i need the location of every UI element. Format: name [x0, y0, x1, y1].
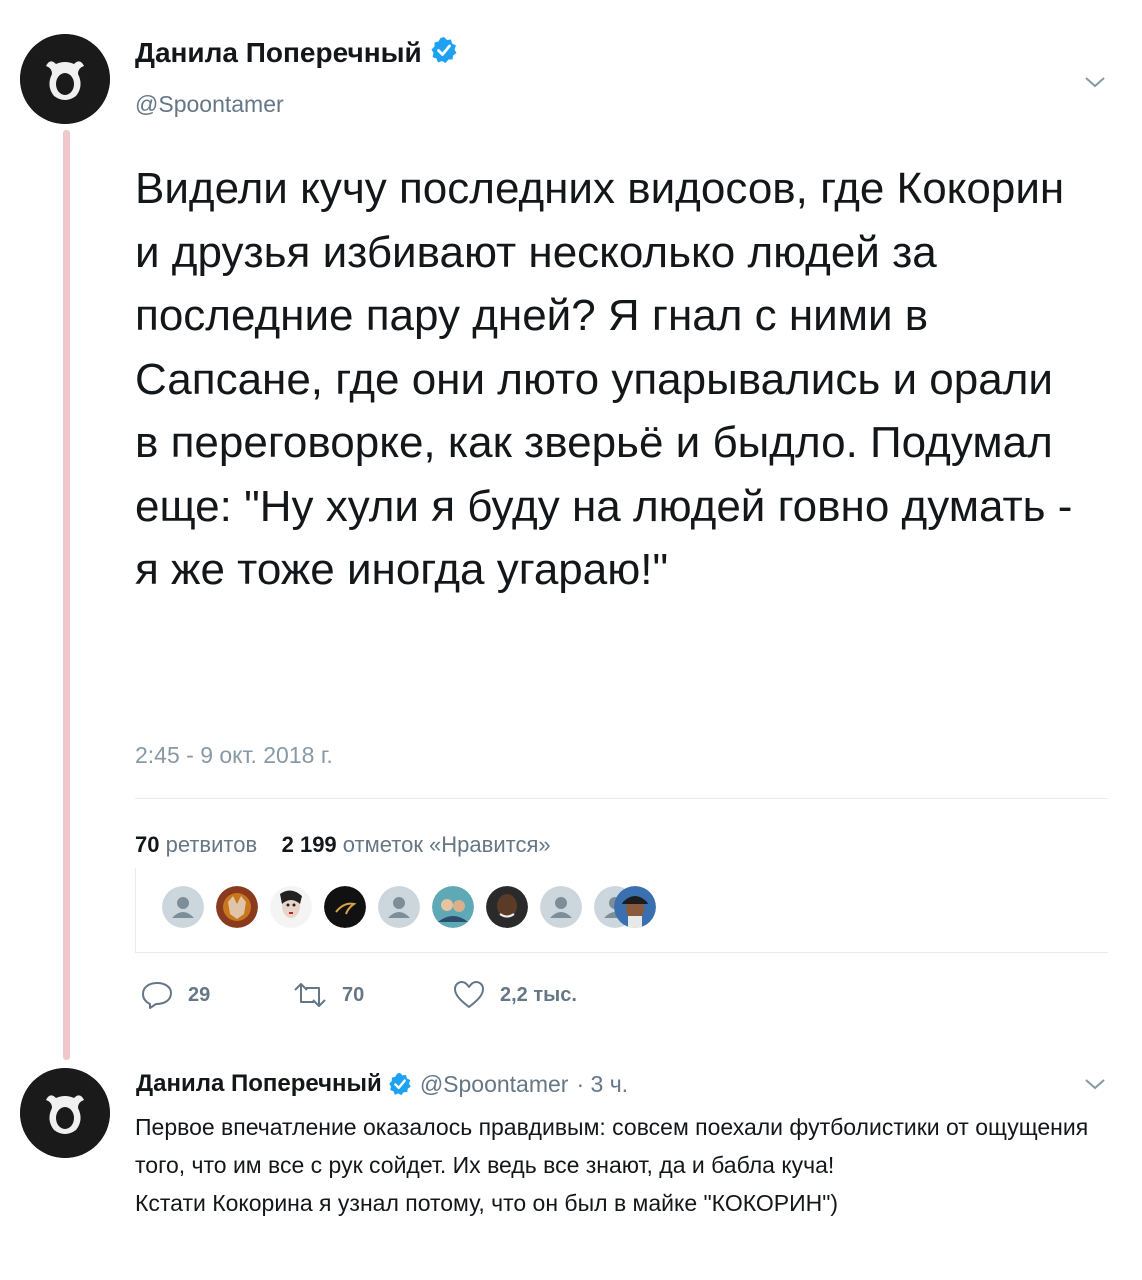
retweet-button[interactable]: 70 [292, 980, 364, 1010]
reply-button[interactable]: 29 [140, 980, 210, 1010]
face-avatar-icon [270, 886, 312, 928]
reply-count: 29 [188, 983, 211, 1006]
retweets-count[interactable]: 70 [135, 832, 159, 857]
retweet-count: 70 [342, 983, 365, 1006]
tweet-text: Видели кучу последних видосов, где Кокор… [135, 164, 1073, 594]
author-handle[interactable]: @Spoontamer [135, 91, 284, 118]
chevron-down-icon[interactable] [1083, 70, 1107, 94]
reply-text: Первое впечатление оказалось правдивым: … [135, 1108, 1125, 1222]
reply-icon [142, 982, 172, 1009]
verified-badge-icon [430, 36, 458, 69]
liker-avatar[interactable] [270, 886, 312, 928]
divider [135, 798, 1108, 799]
group-avatar-icon [432, 886, 474, 928]
default-avatar-icon [162, 886, 204, 928]
default-avatar-icon [378, 886, 420, 928]
stats-left-border [135, 868, 136, 952]
likes-count[interactable]: 2 199 [282, 832, 337, 857]
logo-icon [20, 1068, 110, 1158]
reply-author-handle[interactable]: @Spoontamer [420, 1071, 569, 1098]
liker-avatar[interactable] [216, 886, 258, 928]
wolf-avatar-icon [216, 886, 258, 928]
reply-author-avatar[interactable] [20, 1068, 110, 1158]
reply-text-paragraph: Кстати Кокорина я узнал потому, что он б… [135, 1190, 839, 1216]
author-name[interactable]: Данила Поперечный [135, 37, 422, 69]
reply-time[interactable]: · 3 ч. [576, 1071, 628, 1098]
engagement-stats: 70 ретвитов 2 199 отметок «Нравится» [135, 832, 551, 858]
liker-avatar[interactable] [324, 886, 366, 928]
default-avatar-icon [540, 886, 582, 928]
liker-avatar[interactable] [540, 886, 582, 928]
retweet-icon [294, 983, 326, 1007]
divider [135, 952, 1108, 953]
thread-line [63, 130, 70, 1060]
reply-text-paragraph: Первое впечатление оказалось правдивым: … [135, 1114, 1089, 1178]
liker-avatar[interactable] [432, 886, 474, 928]
cap-avatar-icon [614, 886, 656, 928]
reply-author-name[interactable]: Данила Поперечный [136, 1070, 382, 1098]
chevron-down-icon[interactable] [1083, 1072, 1107, 1096]
liker-avatar[interactable] [486, 886, 528, 928]
dark-avatar-icon [324, 886, 366, 928]
reply-header: Данила Поперечный @Spoontamer · 3 ч. [136, 1070, 628, 1098]
heart-icon [454, 981, 484, 1008]
logo-icon [20, 34, 110, 124]
person-avatar-icon [486, 886, 528, 928]
likes-label[interactable]: отметок «Нравится» [343, 832, 551, 857]
liker-avatar[interactable] [614, 886, 656, 928]
like-button[interactable]: 2,2 тыс. [452, 980, 577, 1010]
author-avatar[interactable] [20, 34, 110, 124]
liker-avatar[interactable] [162, 886, 204, 928]
liker-avatar[interactable] [378, 886, 420, 928]
like-count: 2,2 тыс. [500, 983, 577, 1006]
retweets-label[interactable]: ретвитов [166, 832, 258, 857]
tweet-timestamp[interactable]: 2:45 - 9 окт. 2018 г. [135, 742, 333, 769]
verified-badge-icon [388, 1072, 412, 1096]
